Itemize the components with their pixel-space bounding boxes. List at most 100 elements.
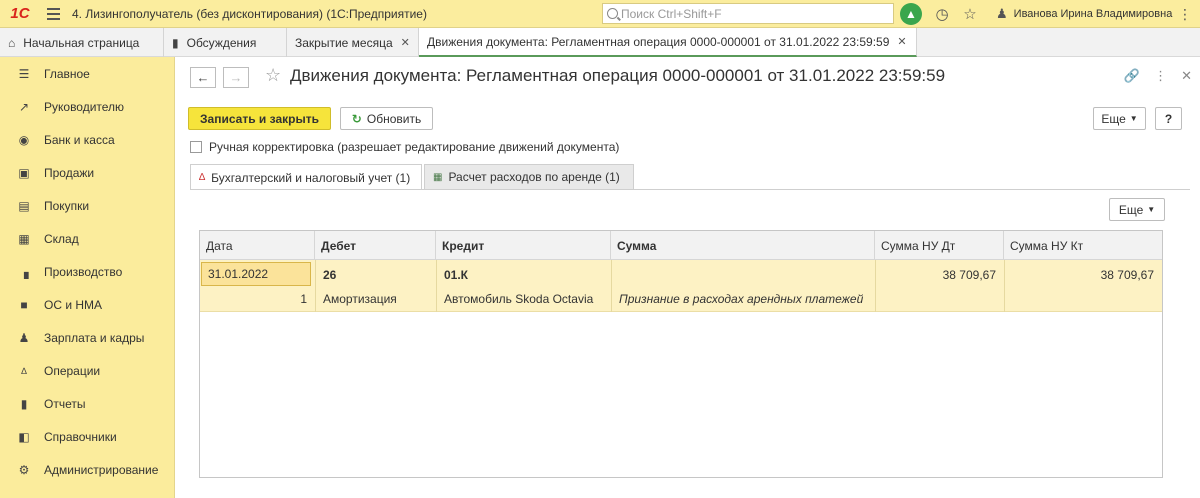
app-header: 1С 4. Лизингополучатель (без дисконтиров…	[0, 0, 1200, 28]
sidebar-item-sales[interactable]: ▣ Продажи	[0, 156, 174, 189]
cell-credit-subconto[interactable]: Автомобиль Skoda Octavia	[438, 286, 610, 311]
tab-label: Движения документа: Регламентная операци…	[427, 34, 890, 49]
dt-kt-icon: ∆	[199, 172, 206, 183]
app-logo: 1С	[10, 5, 30, 22]
books-icon: ◧	[18, 429, 30, 444]
close-icon[interactable]: ✕	[1181, 68, 1192, 84]
cell-credit[interactable]: 01.К	[438, 262, 508, 287]
menu-icon[interactable]: ⋮	[1178, 0, 1192, 28]
help-button[interactable]: ?	[1155, 107, 1182, 130]
arrow-left-icon: ←	[196, 70, 210, 85]
col-divider	[875, 260, 876, 312]
favorite-star-icon[interactable]: ☆	[265, 65, 281, 86]
cell-sum-nu-dt[interactable]: 38 709,67	[877, 262, 1002, 287]
movements-table[interactable]: Дата Дебет Кредит Сумма Сумма НУ Дт Сумм…	[199, 230, 1163, 478]
tab-discussions[interactable]: ▮ Обсуждения	[164, 28, 287, 57]
more-button[interactable]: Еще ▼	[1093, 107, 1146, 130]
sidebar-item-catalogs[interactable]: ◧ Справочники	[0, 420, 174, 453]
cell-debit[interactable]: 26	[317, 262, 372, 287]
col-divider	[436, 260, 437, 312]
manual-correction-label: Ручная корректировка (разрешает редактир…	[209, 140, 620, 154]
trend-icon: ↗	[18, 99, 30, 114]
col-sum[interactable]: Сумма	[611, 231, 875, 260]
link-icon[interactable]: 🔗	[1124, 68, 1140, 84]
col-date[interactable]: Дата	[200, 231, 315, 260]
sidebar-item-main[interactable]: ☰ Главное	[0, 57, 174, 90]
tab-accounting[interactable]: ∆ Бухгалтерский и налоговый учет (1)	[190, 164, 422, 190]
cell-debit-subconto[interactable]: Амортизация	[317, 286, 435, 311]
cell-content[interactable]: Признание в расходах арендных платежей	[613, 286, 875, 311]
tab-divider	[190, 189, 1190, 190]
sidebar-item-operations[interactable]: ∆ Операции	[0, 354, 174, 387]
refresh-label: Обновить	[366, 111, 422, 126]
sidebar-item-reports[interactable]: ▮ Отчеты	[0, 387, 174, 420]
col-debit[interactable]: Дебет	[315, 231, 436, 260]
arrow-right-icon: →	[229, 70, 243, 85]
factory-icon: ▗	[19, 264, 29, 279]
more-vertical-icon[interactable]: ⋮	[1154, 68, 1167, 84]
sidebar-item-assets[interactable]: ■ ОС и НМА	[0, 288, 174, 321]
manual-correction-row[interactable]: Ручная корректировка (разрешает редактир…	[190, 140, 619, 154]
history-icon[interactable]: ◷	[930, 2, 954, 26]
truck-icon: ■	[20, 297, 28, 312]
user-info[interactable]: ♟ Иванова Ирина Владимировна	[996, 0, 1172, 28]
close-icon[interactable]: ✕	[897, 35, 906, 48]
back-button[interactable]: ←	[190, 67, 216, 88]
tab-document-movements[interactable]: Движения документа: Регламентная операци…	[419, 28, 917, 57]
star-icon[interactable]: ☆	[958, 2, 982, 26]
cell-sum-nu-kt[interactable]: 38 709,67	[1006, 262, 1160, 287]
bag-icon: ▣	[18, 165, 30, 180]
sidebar-item-production[interactable]: ▗ Производство	[0, 255, 174, 288]
search-input[interactable]: Поиск Ctrl+Shift+F	[602, 3, 894, 24]
main-menu-button[interactable]	[40, 0, 66, 28]
grid-more-label: Еще	[1118, 202, 1144, 217]
sidebar-item-purchases[interactable]: ▤ Покупки	[0, 189, 174, 222]
refresh-icon: ↻	[351, 111, 362, 126]
chat-icon: ▮	[172, 35, 179, 50]
tab-month-close[interactable]: Закрытие месяца ✕	[287, 28, 419, 57]
table-row[interactable]: 31.01.2022 26 01.К 38 709,67 38 709,67 1…	[200, 260, 1162, 312]
page-title: Движения документа: Регламентная операци…	[290, 66, 946, 85]
search-icon	[607, 8, 618, 19]
sidebar-item-label: Покупки	[44, 198, 90, 213]
bell-icon[interactable]: ▲	[900, 3, 922, 25]
refresh-button[interactable]: ↻ Обновить	[340, 107, 433, 130]
sidebar-item-salary[interactable]: ♟ Зарплата и кадры	[0, 321, 174, 354]
forward-button[interactable]: →	[223, 67, 249, 88]
save-close-button[interactable]: Записать и закрыть	[188, 107, 331, 130]
table-icon: ▦	[433, 171, 443, 183]
tab-label: Начальная страница	[23, 35, 140, 50]
tab-label: Закрытие месяца	[295, 35, 393, 50]
coin-icon: ◉	[18, 132, 30, 147]
sidebar-item-label: Зарплата и кадры	[44, 330, 145, 345]
table-header: Дата Дебет Кредит Сумма Сумма НУ Дт Сумм…	[200, 231, 1162, 260]
tab-home[interactable]: ⌂ Начальная страница	[0, 28, 164, 57]
cell-sum[interactable]	[613, 262, 873, 287]
sidebar-item-warehouse[interactable]: ▦ Склад	[0, 222, 174, 255]
col-divider	[611, 260, 612, 312]
manual-correction-checkbox[interactable]	[190, 141, 202, 153]
user-icon: ♟	[996, 6, 1008, 21]
col-credit[interactable]: Кредит	[436, 231, 611, 260]
cell-line-number: 1	[300, 291, 307, 306]
tab-lease-calc[interactable]: ▦ Расчет расходов по аренде (1)	[424, 164, 634, 189]
search-placeholder: Поиск Ctrl+Shift+F	[621, 6, 722, 21]
sidebar-item-label: Отчеты	[44, 396, 86, 411]
person-icon: ♟	[18, 330, 30, 345]
app-title: 4. Лизингополучатель (без дисконтировани…	[72, 6, 427, 21]
cell-date[interactable]: 31.01.2022	[201, 262, 311, 286]
grid-more-button[interactable]: Еще ▼	[1109, 198, 1165, 221]
col-sum-nu-dt[interactable]: Сумма НУ Дт	[875, 231, 1004, 260]
sidebar-item-bank[interactable]: ◉ Банк и касса	[0, 123, 174, 156]
close-icon[interactable]: ✕	[401, 36, 410, 49]
home-icon: ⌂	[8, 35, 16, 50]
open-windows-bar: ⌂ Начальная страница ▮ Обсуждения Закрыт…	[0, 28, 1200, 57]
form-area: ← → ☆ Движения документа: Регламентная о…	[175, 57, 1200, 498]
col-sum-nu-kt[interactable]: Сумма НУ Кт	[1004, 231, 1162, 260]
sidebar-item-label: Администрирование	[44, 462, 159, 477]
sidebar-item-manager[interactable]: ↗ Руководителю	[0, 90, 174, 123]
sidebar-item-admin[interactable]: ⚙ Администрирование	[0, 453, 174, 486]
bar-chart-icon: ▮	[20, 396, 28, 411]
sidebar-item-label: Банк и касса	[44, 132, 115, 147]
gear-icon: ⚙	[18, 462, 30, 477]
